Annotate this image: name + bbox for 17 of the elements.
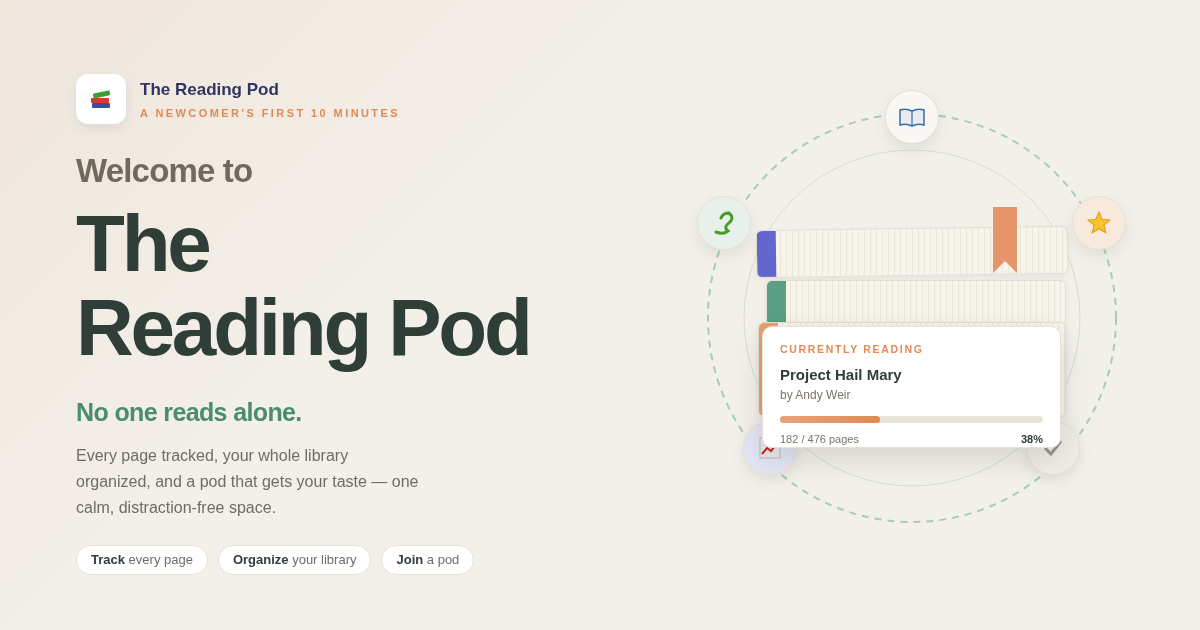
bookmark-icon (993, 207, 1017, 273)
app-name: The Reading Pod (140, 78, 280, 101)
feature-chip: Organize your library (217, 545, 372, 575)
feature-chip: Track every page (76, 545, 208, 575)
progress-percent: 38% (1020, 431, 1043, 447)
book-title: Project Hail Mary (780, 364, 903, 385)
feature-chip: Join a pod (381, 545, 475, 575)
book-author: by Andy Weir (780, 387, 852, 405)
hero-title: The Reading Pod (76, 201, 531, 370)
star-icon (1086, 210, 1112, 236)
welcome-heading: Welcome to (76, 151, 254, 191)
pages-count: 182 / 476 pages (780, 431, 859, 447)
card-label: CURRENTLY READING (780, 342, 925, 357)
hero-subtitle: No one reads alone. (76, 396, 303, 428)
open-book-icon (899, 107, 925, 127)
hero-description: Every page tracked, your whole library organized, and a pod that gets your taste — one calm, distraction-free space. (76, 446, 420, 518)
app-tagline: A NEWCOMER'S FIRST 10 MINUTES (140, 106, 400, 121)
